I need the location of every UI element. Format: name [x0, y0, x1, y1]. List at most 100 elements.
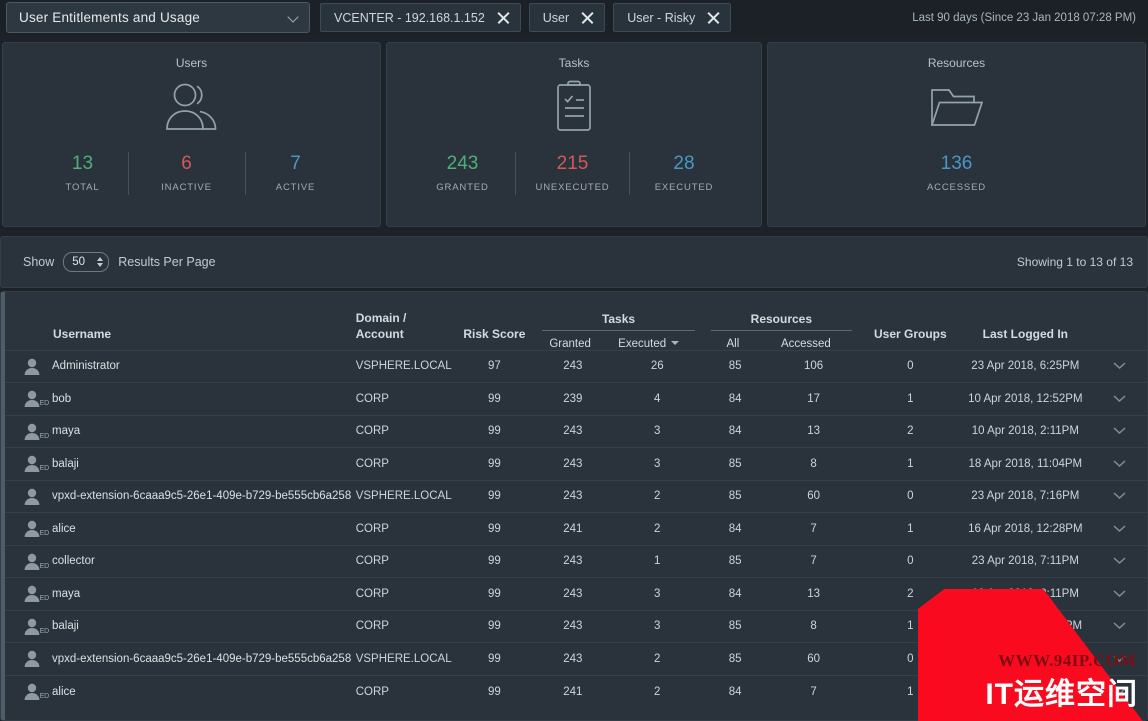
stat-caption: INACTIVE: [161, 182, 212, 193]
table-row[interactable]: ED bob CORP 99 239 4 84 17 1 10 Apr 2018, 12:52PM: [1, 382, 1147, 416]
chevron-down-icon[interactable]: [1090, 557, 1147, 565]
col-res-accessed[interactable]: Accessed: [763, 338, 849, 350]
col-expand: [1089, 292, 1147, 350]
chevron-down-icon[interactable]: [1090, 492, 1147, 500]
table-row[interactable]: ED alice CORP 99 241 2 84 7 1: [1, 675, 1147, 708]
cell-expand[interactable]: [1090, 675, 1147, 708]
cell-last-logged-in: 10 Apr 2018, 2:11PM: [971, 587, 1079, 600]
chevron-down-icon[interactable]: [1090, 622, 1147, 630]
table-row[interactable]: ED collector CORP 99 243 1 85 7 0 23 Apr 2018, 7:…: [1, 545, 1147, 578]
cell-username: ED alice: [1, 675, 356, 708]
cell-tasks-executed: 2: [654, 652, 661, 665]
cell-expand[interactable]: [1090, 513, 1147, 546]
stat-granted: 243 GRANTED: [414, 152, 511, 193]
col-risk-score-label: Risk Score: [463, 326, 526, 341]
cell-tasks-executed: 3: [654, 425, 661, 438]
close-icon[interactable]: [581, 11, 594, 24]
chevron-down-icon[interactable]: [1090, 655, 1147, 663]
table-row[interactable]: vpxd-extension-6caaa9c5-26e1-409e-b729-b…: [1, 642, 1147, 676]
cell-resources-all: 84: [728, 685, 742, 698]
cell-expand[interactable]: [1090, 578, 1147, 611]
table-row[interactable]: ED alice CORP 99 241 2 84 7 1 16 Apr 2018, 12:28P…: [1, 512, 1147, 546]
cell-expand[interactable]: [1090, 480, 1147, 513]
cell-expand[interactable]: [1090, 448, 1147, 481]
col-username[interactable]: Username: [1, 292, 356, 350]
cell-user-groups: 0: [907, 555, 914, 568]
cell-expand[interactable]: [1090, 350, 1147, 383]
cell-username: ED maya: [1, 415, 356, 448]
table-row[interactable]: ED balaji CORP 99 243 3 85 8 1 18 Apr 2018, 11:04…: [1, 610, 1147, 643]
cell-risk-score: 99: [487, 457, 501, 470]
col-last-logged-in[interactable]: Last Logged In: [960, 292, 1090, 350]
entitlement-badge: ED: [39, 562, 50, 570]
col-executed[interactable]: Executed: [606, 338, 691, 350]
card-stats: 136 ACCESSED: [897, 152, 1017, 193]
table-row[interactable]: Administrator VSPHERE.LOCAL 97 243 26 85 106 0 2…: [1, 350, 1147, 383]
cell-tasks-granted: 239: [563, 392, 583, 405]
cell-last-logged-in: 18 Apr 2018, 11:04PM: [968, 620, 1083, 633]
chevron-down-icon[interactable]: [1090, 687, 1147, 696]
cell-user-groups: 1: [907, 522, 914, 535]
close-icon[interactable]: [707, 11, 720, 24]
cell-resources-all: 85: [728, 652, 742, 665]
entitlement-badge: ED: [39, 595, 50, 603]
col-risk-score[interactable]: Risk Score: [454, 292, 535, 350]
cell-resources-all: 85: [728, 555, 742, 568]
user-icon: ED: [23, 585, 49, 603]
cell-expand[interactable]: [1090, 643, 1147, 676]
filter-chip[interactable]: VCENTER - 192.168.1.152: [320, 3, 521, 32]
col-granted[interactable]: Granted: [534, 338, 606, 350]
cell-expand[interactable]: [1090, 545, 1147, 578]
stepper-arrows-icon[interactable]: [97, 257, 104, 267]
user-icon: ED: [23, 553, 49, 570]
cell-resources-accessed: 60: [807, 652, 820, 665]
showing-count-label: Showing 1 to 13 of 13: [1016, 255, 1133, 269]
cell-last-logged-in: 23 Apr 2018, 6:25PM: [971, 360, 1080, 373]
cell-resources-all: 84: [728, 587, 742, 600]
page-size-stepper[interactable]: 50: [63, 252, 110, 272]
filter-chip[interactable]: User - Risky: [613, 3, 732, 32]
cell-expand[interactable]: [1090, 610, 1147, 643]
cell-resources-all: 85: [728, 360, 742, 373]
table-row[interactable]: ED balaji CORP 99 243 3 85 8 1 18 Apr 2018, 11:04…: [1, 447, 1147, 481]
cell-last-logged-in: 23 Apr 2018,: [992, 652, 1058, 665]
username-text: alice: [52, 685, 76, 698]
cell-tasks-granted: 241: [563, 522, 583, 535]
col-domain-label: Domain /: [355, 310, 407, 325]
filter-chip[interactable]: User: [528, 3, 606, 32]
cell-tasks-granted: 243: [563, 490, 583, 503]
table-row[interactable]: ED maya CORP 99 243 3 84 13 2 10 Apr 2018, 2:11PM: [1, 415, 1147, 448]
filter-chips: VCENTER - 192.168.1.152 User User - Risky: [320, 3, 732, 32]
cell-risk-score: 99: [487, 587, 501, 600]
cell-tasks-executed: 2: [654, 522, 661, 535]
cell-user-groups: 1: [907, 620, 914, 633]
cell-expand[interactable]: [1090, 415, 1147, 448]
cell-expand[interactable]: [1090, 383, 1147, 416]
close-icon[interactable]: [497, 11, 510, 24]
cell-last-logged-in: [961, 675, 1090, 708]
chevron-down-icon[interactable]: [671, 340, 680, 345]
chevron-down-icon[interactable]: [1090, 427, 1147, 435]
report-selector[interactable]: User Entitlements and Usage: [6, 2, 310, 33]
chevron-down-icon[interactable]: [1090, 525, 1147, 533]
cell-risk-score: 99: [487, 555, 501, 568]
chevron-down-icon[interactable]: [1090, 460, 1147, 468]
cell-resources-all: 85: [728, 490, 742, 503]
user-icon: ED: [23, 618, 49, 635]
chevron-down-icon[interactable]: [1090, 590, 1147, 598]
cell-risk-score: 99: [487, 522, 501, 535]
col-res-all[interactable]: All: [703, 338, 763, 350]
chevron-down-icon[interactable]: [1090, 362, 1147, 370]
stat-value: 136: [940, 153, 973, 174]
chevron-down-icon[interactable]: [1090, 395, 1147, 403]
col-domain-account[interactable]: Domain / Account: [355, 292, 455, 350]
table-toolbar: Show 50 Results Per Page Showing 1 to 13…: [0, 236, 1148, 288]
cell-risk-score: 99: [487, 490, 501, 503]
cell-tasks-granted: 243: [563, 457, 583, 470]
filter-chip-label: VCENTER - 192.168.1.152: [334, 10, 485, 25]
col-user-groups[interactable]: User Groups: [859, 292, 961, 350]
stat-caption: GRANTED: [436, 182, 489, 193]
entitlement-badge: ED: [39, 400, 50, 408]
table-row[interactable]: ED maya CORP 99 243 3 84 13 2 10 Apr 2018, 2:11PM: [1, 577, 1147, 611]
table-row[interactable]: vpxd-extension-6caaa9c5-26e1-409e-b729-b…: [1, 480, 1147, 513]
